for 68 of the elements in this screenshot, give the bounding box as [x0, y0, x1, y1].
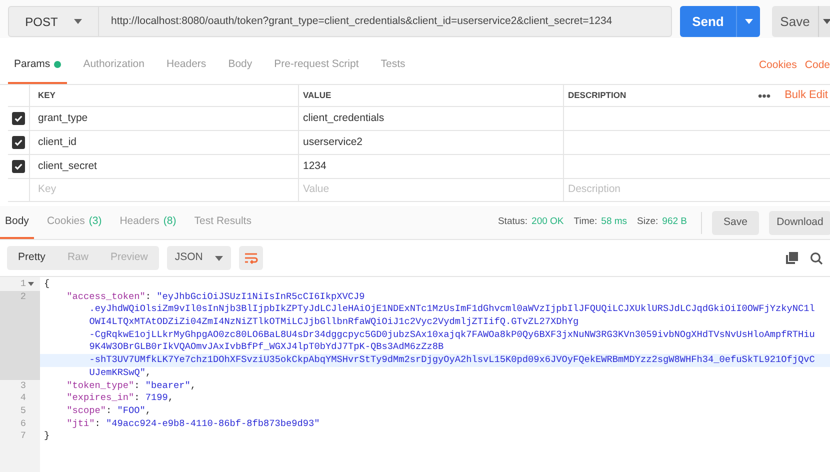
- status-label: Size:: [637, 215, 658, 230]
- caret-icon: [214, 256, 223, 260]
- send-button[interactable]: Send: [680, 6, 760, 37]
- view-mode-tab[interactable]: Raw: [56, 246, 100, 270]
- bulk-edit-link[interactable]: Bulk Edit: [784, 87, 828, 104]
- code-line: "expires_in": 7199,: [66, 392, 174, 404]
- search-icon[interactable]: [810, 252, 823, 264]
- code-line: {: [44, 278, 50, 289]
- request-tab[interactable]: Tests: [374, 47, 412, 84]
- line-number: 4: [20, 392, 26, 405]
- fold-caret-icon[interactable]: [28, 282, 34, 286]
- save-button[interactable]: Save: [772, 6, 830, 37]
- request-tab[interactable]: Headers: [160, 47, 212, 84]
- caret-icon: [823, 19, 830, 24]
- wrap-lines-icon: [244, 252, 258, 264]
- line-number: 5: [20, 404, 26, 418]
- request-tab[interactable]: Body: [222, 47, 258, 84]
- table-cell[interactable]: 1234: [298, 155, 563, 178]
- status-label: Time:: [574, 215, 598, 230]
- table-cell[interactable]: client_id: [30, 134, 298, 150]
- wrap-button[interactable]: [238, 246, 263, 270]
- caret-icon: [744, 19, 752, 24]
- request-tab[interactable]: Authorization: [77, 47, 150, 84]
- code-line: .eyJhdWQiOlsiZm9vIl0sInNjb3BlIjpbIkZPTyJdLCJleHAiOjE1NDExNTc1MzUsImF1dGhvcml0aWVzIjpbIlJFQUQiLCJXUklURSJdLCJqdGkiOiI0OWFjYzkyNC1l: [88, 303, 815, 314]
- link[interactable]: Code: [804, 58, 830, 74]
- status-value: 962 B: [662, 215, 687, 230]
- code-line: "scope": "FOO",: [66, 404, 152, 416]
- table-cell[interactable]: userservice2: [298, 131, 563, 154]
- line-number: 3: [20, 380, 26, 392]
- request-tab[interactable]: Params: [8, 47, 68, 84]
- copy-icon[interactable]: [786, 252, 798, 264]
- status-value: 58 ms: [601, 215, 628, 230]
- column-header: DESCRIPTION: [563, 85, 758, 106]
- line-number: 7: [20, 430, 26, 444]
- code-line: -shT3UV7UMfkLK7Ye7chz1DOhXFSvziU35okCkpAbqYMSHvrStTy9dMm2srDjgyOyA2hlsvL15K0pd09x6JVOyFQekEWRBmMDYzz2sgW8WHFh34_0efuSkTL921OfjQvC: [88, 354, 815, 366]
- response-tab[interactable]: Body: [0, 206, 34, 239]
- request-tab[interactable]: Pre-request Script: [268, 47, 365, 84]
- table-cell[interactable]: client_credentials: [298, 107, 563, 130]
- more-button[interactable]: •••: [758, 86, 771, 104]
- column-header: KEY: [37, 89, 56, 102]
- table-cell[interactable]: client_secret: [30, 158, 298, 174]
- checkbox[interactable]: [12, 136, 25, 149]
- format-dropdown[interactable]: JSON: [166, 246, 231, 270]
- line-number: 1: [20, 278, 26, 291]
- line-number: 2: [20, 290, 26, 304]
- code-line: UJemKRSwQ",: [88, 366, 152, 378]
- status-label: Status:: [498, 215, 528, 230]
- response-button[interactable]: Download: [769, 210, 830, 234]
- response-tab[interactable]: Headers (8): [114, 206, 182, 239]
- response-button[interactable]: Save: [712, 210, 759, 234]
- code-line: OWI4LTQxMTAtODZiZi04ZmI4NzNiZTlkOTMiLCJjbGllbnRfaWQiOiJ1c2Vyc2VydmljZTIifQ.GTvZL27XDhYg: [88, 316, 579, 328]
- table-cell[interactable]: grant_type: [30, 110, 298, 126]
- response-tab[interactable]: Cookies (3): [42, 206, 107, 239]
- response-tab[interactable]: Test Results: [189, 206, 256, 239]
- checkbox[interactable]: [12, 160, 25, 173]
- code-line: "jti": "49acc924-e9b8-4110-86bf-8fb873be9d93": [66, 418, 320, 429]
- view-mode-tab[interactable]: Preview: [99, 246, 159, 270]
- code-line: "token_type": "bearer",: [66, 380, 196, 390]
- view-mode-tab[interactable]: Pretty: [7, 246, 56, 270]
- link[interactable]: Cookies: [758, 58, 797, 74]
- code-line: -CgRqkwE1ojLLkrMyGhpgAO0zc80LO6BaL8U4sDr34dggcpyc5GD0jubzSAx10xajqk7FAWOa8kP0Qy6BXF3jxNuNW3RG3KVn3059ivbNOgXHdTVsNvUsHloAmpfRTHiu: [88, 328, 815, 340]
- column-header: VALUE: [298, 85, 563, 106]
- checkbox[interactable]: [12, 112, 25, 125]
- status-value: 200 OK: [532, 215, 564, 230]
- code-line: }: [44, 430, 50, 442]
- line-number: 6: [20, 418, 26, 430]
- code-line: 9K4W3OBrGLB0rIkVQAOmvJAxIvbBfPf_WGXJ4lpT0bYdJ7TpK-QBs3AdM6zZz8B: [88, 341, 444, 352]
- code-line: "access_token": "eyJhbGciOiJSUzI1NiIsInR5cCI6IkpXVCJ9: [66, 290, 365, 302]
